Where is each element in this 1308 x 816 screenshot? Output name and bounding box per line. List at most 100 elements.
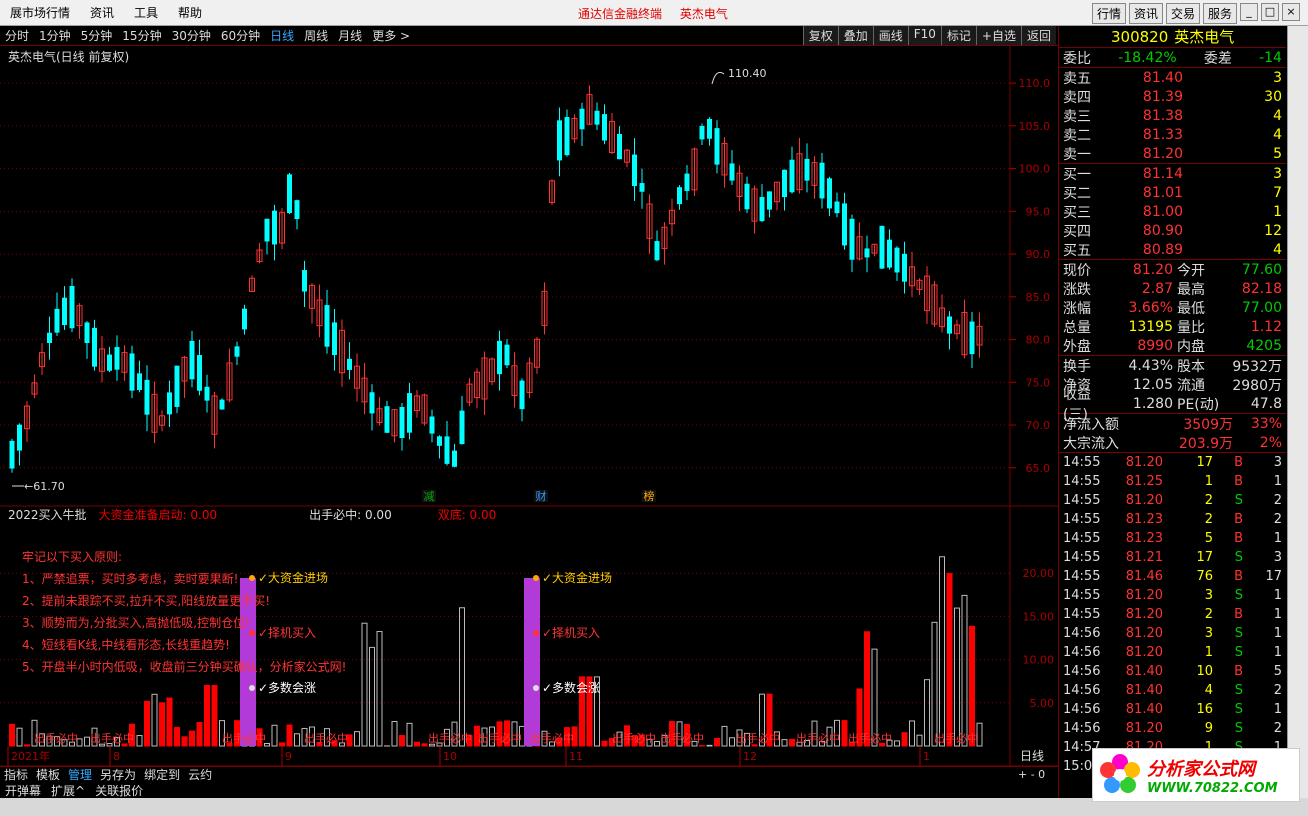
tab-bind[interactable]: 绑定到 <box>140 766 184 783</box>
volume-tick-label: 5.00 <box>1030 697 1055 710</box>
indicator-name[interactable]: 2022买入牛批 <box>8 506 87 523</box>
chart-stock-title: 英杰电气(日线 前复权) <box>8 50 130 64</box>
ask-row: 卖四 81.39 30 <box>1063 88 1282 106</box>
candle-body-down <box>902 253 907 282</box>
candle-body-down <box>804 158 810 181</box>
quote-button[interactable]: 行情 <box>1091 3 1126 24</box>
flow-row: 净流入额 3509万 33% <box>1063 415 1282 433</box>
menu-tools[interactable]: 工具 <box>124 4 168 21</box>
linked-quote-button[interactable]: 关联报价 <box>90 782 148 799</box>
tick-row: 14:55 81.20 2 B 1 <box>1063 607 1282 622</box>
candle-body-down <box>842 203 847 246</box>
service-button[interactable]: 服务 <box>1202 3 1237 24</box>
tick-row: 14:56 81.20 9 S 2 <box>1063 721 1282 736</box>
period-weekly[interactable]: 周线 <box>299 27 333 44</box>
close-button[interactable]: × <box>1282 3 1300 21</box>
minimize-button[interactable]: _ <box>1240 3 1258 21</box>
candle-body-down <box>849 218 855 260</box>
volume-bar <box>901 732 908 747</box>
volume-bar <box>864 631 870 747</box>
tab-indicator[interactable]: 指标 <box>0 766 32 783</box>
period-5min[interactable]: 5分钟 <box>76 27 118 44</box>
candle-body-down <box>197 355 202 391</box>
overlay-button[interactable]: 叠加 <box>837 26 873 45</box>
trap-label: 出手必中 <box>934 731 978 745</box>
price-tick-label: 80.0 <box>1026 334 1051 347</box>
flower-logo-icon <box>1100 754 1140 793</box>
volume-bar <box>841 720 848 747</box>
trap-label: 出手必中 <box>848 731 892 745</box>
period-monthly[interactable]: 月线 <box>333 27 367 44</box>
zoom-controls[interactable]: + - 0 <box>1018 768 1045 781</box>
candle-body-down <box>729 163 735 181</box>
volume-bar <box>204 685 210 747</box>
side-scrollbar[interactable] <box>1287 26 1308 798</box>
volume-bar <box>706 744 713 747</box>
tick-row: 14:56 81.20 1 S 1 <box>1063 645 1282 660</box>
volume-bar <box>714 737 720 747</box>
volume-bar <box>174 727 180 747</box>
signal-dot <box>533 630 539 636</box>
buy-rules: 牢记以下买入原则: 1、严禁追票，买时多考虑，卖时要果断! 2、提前未跟踪不买,… <box>22 546 346 678</box>
volume-bar <box>189 730 195 747</box>
stat-row: 外盘 8990 内盘 4205 <box>1063 337 1282 355</box>
candle-body-down <box>17 424 22 451</box>
menu-news[interactable]: 资讯 <box>80 4 124 21</box>
price-tick-label: 85.0 <box>1026 291 1051 304</box>
signal-label: ✓多数会涨 <box>542 680 600 695</box>
tab-manage[interactable]: 管理 <box>64 766 96 783</box>
date-tick-label: 1 <box>923 750 930 763</box>
expand-button[interactable]: 扩展^ <box>46 782 90 799</box>
maximize-button[interactable]: □ <box>1261 3 1279 21</box>
quote-panel: 300820 英杰电气 委比 -18.42% 委差 -14 卖五 81.40 3 卖四… <box>1058 26 1286 798</box>
period-more[interactable]: 更多 > <box>367 27 415 44</box>
candle-body-down <box>174 365 180 407</box>
candle-body-down <box>879 225 885 269</box>
add-favorite-button[interactable]: +自选 <box>975 26 1021 45</box>
period-60min[interactable]: 60分钟 <box>216 27 265 44</box>
tab-save-as[interactable]: 另存为 <box>96 766 140 783</box>
menu-market[interactable]: 展市场行情 <box>0 4 80 21</box>
news-button[interactable]: 资讯 <box>1128 3 1163 24</box>
menu-help[interactable]: 帮助 <box>168 4 212 21</box>
bid-row: 买二 81.01 7 <box>1063 184 1282 202</box>
candle-body-down <box>894 247 900 273</box>
candle-body-down <box>767 191 772 210</box>
logo-title: 分析家公式网 <box>1147 758 1255 780</box>
volume-bar <box>166 697 173 747</box>
mark-button[interactable]: 标记 <box>940 26 976 45</box>
candle-body-down <box>407 393 412 433</box>
period-30min[interactable]: 30分钟 <box>167 27 216 44</box>
rule-item: 3、顺势而为,分批买入,高抛低吸,控制仓位! <box>22 616 250 630</box>
trap-label: 出手必中 <box>796 731 840 745</box>
tick-row: 14:55 81.20 2 S 2 <box>1063 493 1282 508</box>
candle-body-down <box>519 380 525 410</box>
period-daily[interactable]: 日线 <box>265 27 299 44</box>
candle-body-down <box>9 440 15 469</box>
fuquan-button[interactable]: 复权 <box>802 26 838 45</box>
period-1min[interactable]: 1分钟 <box>34 27 76 44</box>
trade-button[interactable]: 交易 <box>1165 3 1200 24</box>
date-tick-label: 10 <box>443 750 457 763</box>
draw-button[interactable]: 画线 <box>872 26 908 45</box>
tab-template[interactable]: 模板 <box>32 766 64 783</box>
trap-label: 出手必中 <box>478 731 522 745</box>
stat-row: 总量 13195 量比 1.12 <box>1063 318 1282 336</box>
volume-bar <box>279 742 285 747</box>
trap-label: 出手必中 <box>222 731 266 745</box>
tab-cloud[interactable]: 云约 <box>184 766 216 783</box>
rule-title: 牢记以下买入原则: <box>22 550 123 564</box>
period-15min[interactable]: 15分钟 <box>117 27 166 44</box>
indicator-value-b: 出手必中: 0.00 <box>309 508 392 522</box>
trap-label: 出手必中 <box>304 731 348 745</box>
date-tick-label: 2021年 <box>11 749 50 763</box>
fund-flow: 净流入额 3509万 33% 大宗流入 203.9万 2% <box>1059 414 1286 452</box>
back-button[interactable]: 返回 <box>1020 26 1056 45</box>
volume-bar <box>196 722 203 747</box>
f10-button[interactable]: F10 <box>907 26 941 45</box>
danmu-button[interactable]: 开弹幕 <box>0 782 46 799</box>
price-tick-label: 105.0 <box>1019 120 1051 133</box>
candle-body-down <box>594 110 600 125</box>
period-fenshi[interactable]: 分时 <box>0 27 34 44</box>
candle-body-down <box>864 248 870 258</box>
